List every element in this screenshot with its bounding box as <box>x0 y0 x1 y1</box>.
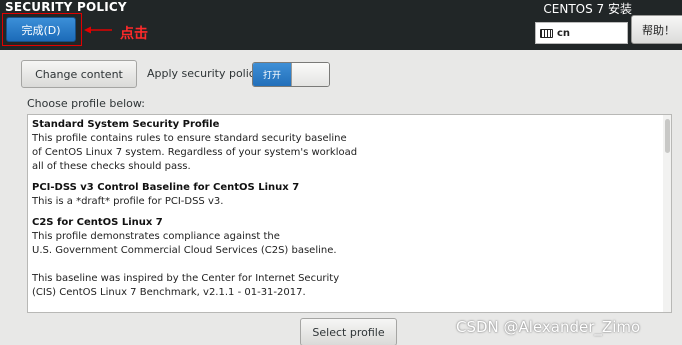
profile-title: Standard System Security Profile <box>32 119 220 130</box>
profile-title: C2S for CentOS Linux 7 <box>32 217 163 228</box>
select-profile-button[interactable]: Select profile <box>300 318 397 345</box>
choose-profile-label: Choose profile below: <box>27 97 145 110</box>
profile-description-line: (CIS) CentOS Linux 7 Benchmark, v2.1.1 -… <box>32 287 306 298</box>
apply-policy-label: Apply security policy: <box>147 67 265 80</box>
apply-policy-toggle[interactable]: 打开 <box>252 62 330 87</box>
keyboard-icon <box>540 28 553 38</box>
profile-description-line: This is a *draft* profile for PCI-DSS v3… <box>32 196 224 207</box>
page-title: SECURITY POLICY <box>5 0 127 14</box>
profile-description-line <box>32 258 657 272</box>
change-content-button[interactable]: Change content <box>21 60 137 88</box>
profile-list-scrollbar[interactable] <box>663 115 671 312</box>
annotation-text: 点击 <box>120 26 148 42</box>
keyboard-layout-label: cn <box>557 27 571 39</box>
profile-description-line: all of these checks should pass. <box>32 161 191 172</box>
profile-item[interactable]: C2S for CentOS Linux 7 This profile demo… <box>32 216 657 300</box>
profile-description-line: U.S. Government Commercial Cloud Service… <box>32 245 337 256</box>
profile-description-line: This profile contains rules to ensure st… <box>32 133 347 144</box>
profile-title: PCI-DSS v3 Control Baseline for CentOS L… <box>32 182 300 193</box>
keyboard-layout-indicator[interactable]: cn <box>535 22 628 44</box>
profile-description-line: This profile demonstrates compliance aga… <box>32 231 280 242</box>
scrollbar-thumb[interactable] <box>665 119 670 153</box>
toggle-knob <box>291 63 329 86</box>
annotation-highlight-box: 完成(D) <box>2 13 82 46</box>
product-title: CENTOS 7 安装 <box>543 2 632 16</box>
done-button[interactable]: 完成(D) <box>6 17 76 42</box>
profile-description-line: This baseline was inspired by the Center… <box>32 273 340 284</box>
profile-list[interactable]: Standard System Security Profile This pr… <box>27 114 672 313</box>
profile-description-line: of CentOS Linux 7 system. Regardless of … <box>32 147 358 158</box>
toggle-on-label: 打开 <box>253 63 291 86</box>
profile-item[interactable]: PCI-DSS v3 Control Baseline for CentOS L… <box>32 181 657 209</box>
top-header: SECURITY POLICY CENTOS 7 安装 完成(D) 点击 cn … <box>0 0 682 50</box>
profile-item[interactable]: Standard System Security Profile This pr… <box>32 118 657 174</box>
watermark-text: CSDN @Alexander_Zimo <box>456 318 641 336</box>
help-button[interactable]: 帮助！ <box>631 15 682 44</box>
annotation-arrow-icon <box>84 26 112 34</box>
